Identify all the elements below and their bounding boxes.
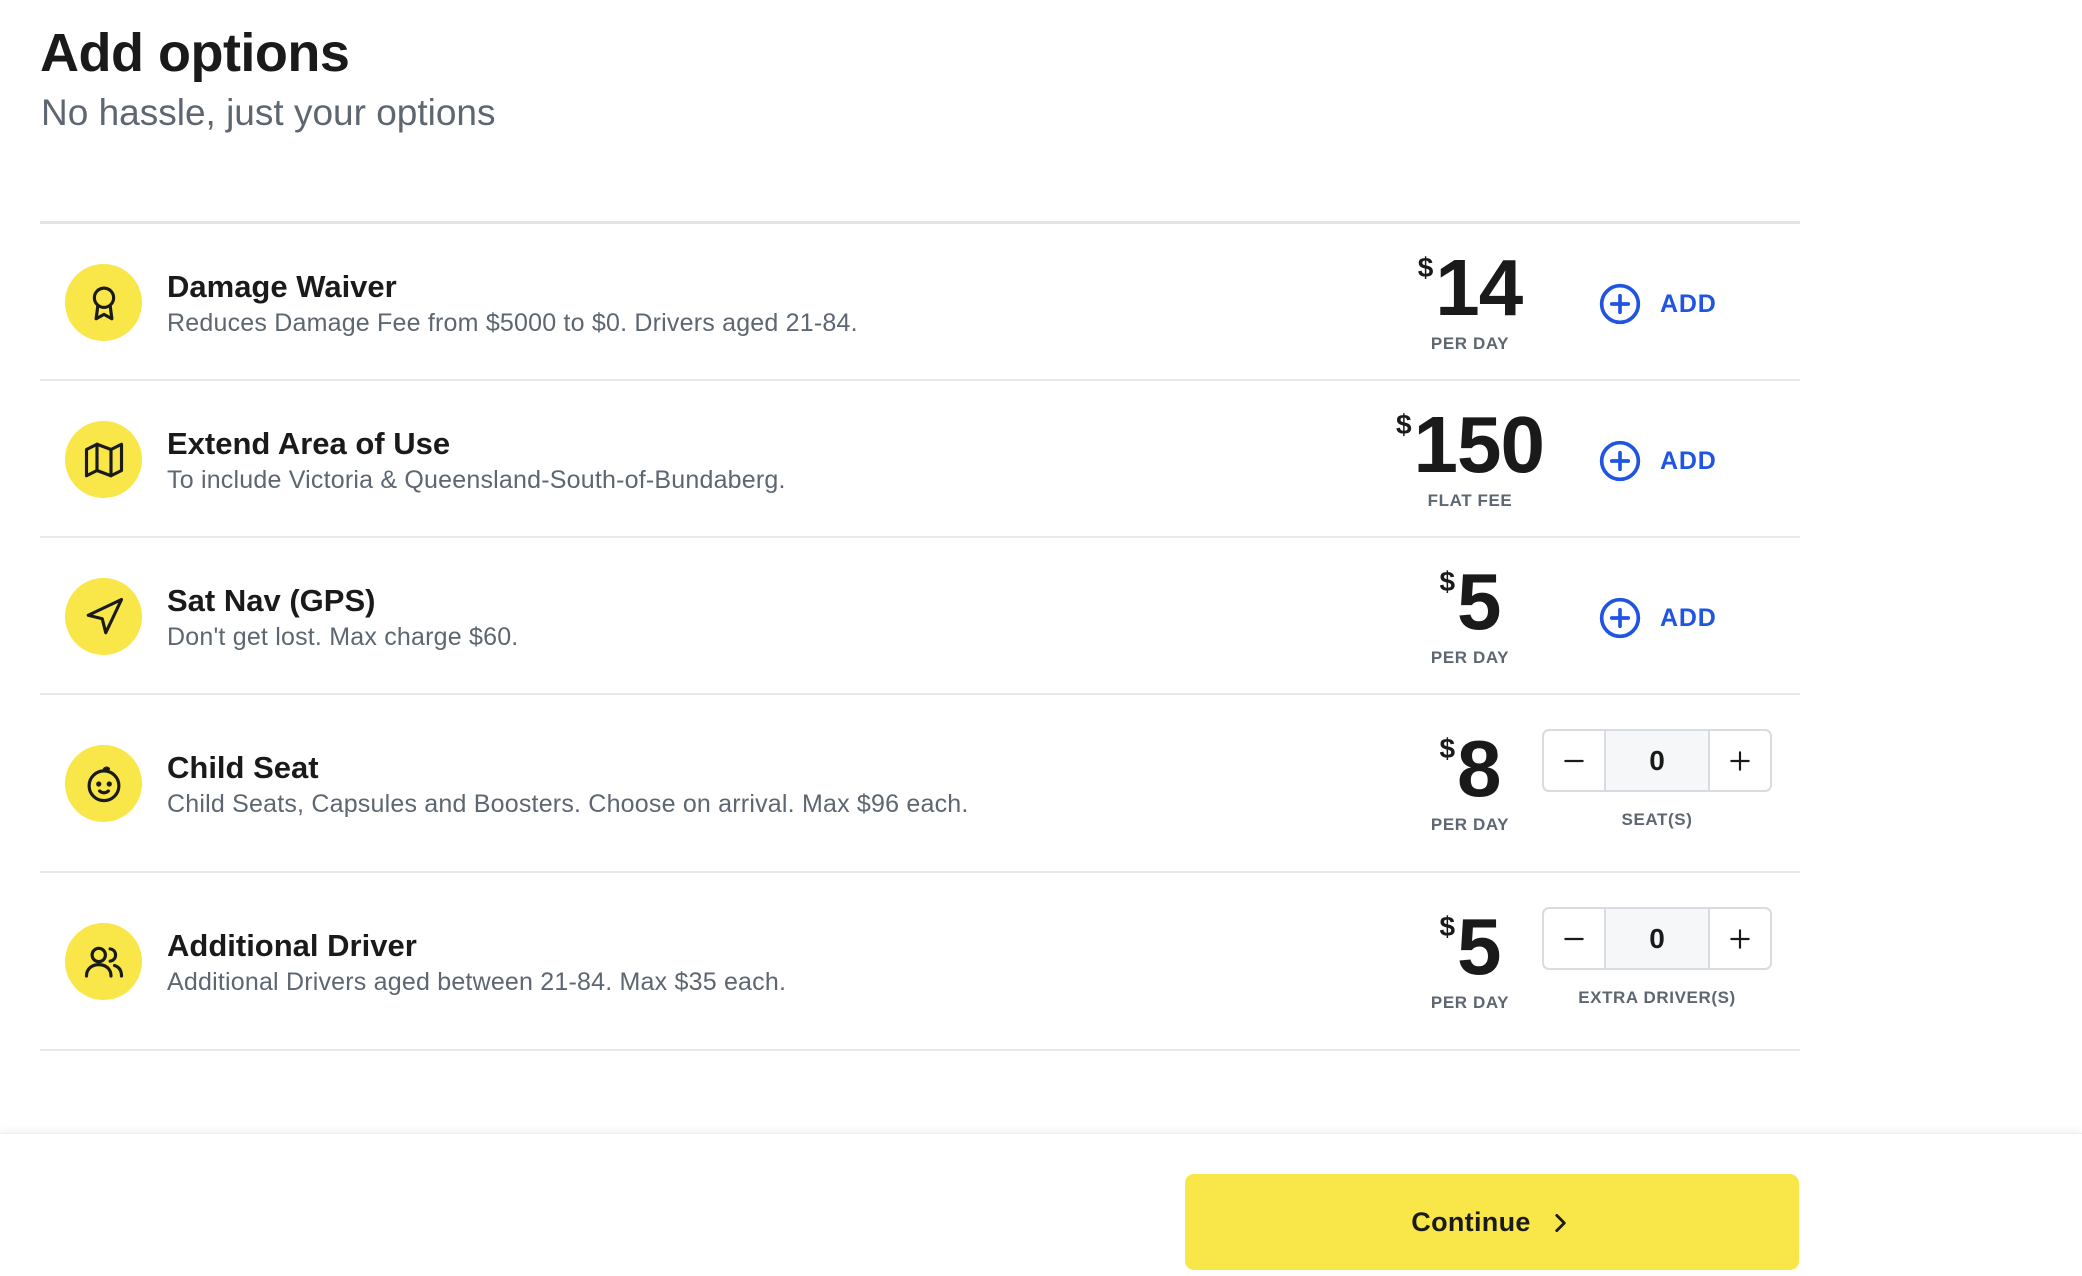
navigation-arrow-icon — [65, 578, 142, 655]
page-title: Add options — [40, 23, 350, 83]
option-price: $ 150 FLAT FEE — [1327, 403, 1613, 511]
add-label: ADD — [1660, 603, 1717, 632]
add-label: ADD — [1660, 446, 1717, 475]
decrement-button[interactable] — [1544, 731, 1606, 790]
option-child-seat: Child Seat Child Seats, Capsules and Boo… — [40, 695, 1800, 873]
add-label: ADD — [1660, 289, 1717, 318]
users-icon — [65, 923, 142, 1000]
option-price: $ 14 PER DAY — [1327, 246, 1613, 354]
price-amount: 150 — [1413, 400, 1545, 489]
option-text: Damage Waiver Reduces Damage Fee from $5… — [167, 268, 858, 339]
price-unit: FLAT FEE — [1427, 491, 1513, 510]
option-text: Extend Area of Use To include Victoria &… — [167, 425, 786, 496]
quantity-stepper: 0 — [1542, 907, 1772, 970]
option-name: Additional Driver — [167, 928, 417, 963]
price-unit: PER DAY — [1430, 648, 1510, 667]
option-name: Damage Waiver — [167, 269, 397, 304]
price-currency: $ — [1439, 566, 1456, 597]
plus-circle-icon — [1599, 283, 1641, 325]
increment-button[interactable] — [1708, 909, 1770, 968]
price-unit: PER DAY — [1430, 334, 1510, 353]
plus-circle-icon — [1599, 597, 1641, 639]
map-icon — [65, 421, 142, 498]
continue-label: Continue — [1411, 1206, 1531, 1237]
option-text: Additional Driver Additional Drivers age… — [167, 927, 786, 998]
price-currency: $ — [1395, 409, 1412, 440]
option-description: Don't get lost. Max charge $60. — [167, 623, 519, 651]
plus-circle-icon — [1599, 440, 1641, 482]
add-sat-nav-button[interactable]: ADD — [1598, 596, 1717, 640]
option-extend-area: Extend Area of Use To include Victoria &… — [40, 381, 1800, 538]
option-name: Child Seat — [167, 750, 319, 785]
quantity-label: EXTRA DRIVER(S) — [1578, 988, 1736, 1007]
quantity-label: SEAT(S) — [1621, 810, 1693, 829]
option-text: Sat Nav (GPS) Don't get lost. Max charge… — [167, 582, 518, 653]
decrement-button[interactable] — [1544, 909, 1606, 968]
option-name: Sat Nav (GPS) — [167, 583, 376, 618]
baby-face-icon — [65, 745, 142, 822]
quantity-stepper: 0 — [1542, 729, 1772, 792]
option-description: Child Seats, Capsules and Boosters. Choo… — [167, 790, 969, 818]
option-description: Additional Drivers aged between 21-84. M… — [167, 968, 787, 996]
add-damage-waiver-button[interactable]: ADD — [1598, 282, 1717, 326]
option-text: Child Seat Child Seats, Capsules and Boo… — [167, 749, 969, 820]
increment-button[interactable] — [1708, 731, 1770, 790]
minus-icon — [1564, 937, 1584, 940]
price-currency: $ — [1439, 733, 1456, 764]
chevron-right-icon — [1555, 1214, 1566, 1232]
quantity-value[interactable]: 0 — [1606, 731, 1708, 790]
options-list: Damage Waiver Reduces Damage Fee from $5… — [40, 221, 1800, 1051]
plus-icon — [1730, 750, 1750, 771]
option-additional-driver: Additional Driver Additional Drivers age… — [40, 873, 1800, 1051]
price-currency: $ — [1439, 911, 1456, 942]
option-price: $ 5 PER DAY — [1327, 560, 1613, 668]
award-ribbon-icon — [65, 264, 142, 341]
child-seat-quantity: 0 SEAT(S) — [1542, 729, 1772, 830]
option-damage-waiver: Damage Waiver Reduces Damage Fee from $5… — [40, 224, 1800, 381]
price-amount: 5 — [1457, 557, 1501, 646]
quantity-value[interactable]: 0 — [1606, 909, 1708, 968]
option-description: To include Victoria & Queensland-South-o… — [167, 466, 786, 494]
option-description: Reduces Damage Fee from $5000 to $0. Dri… — [167, 309, 858, 337]
option-sat-nav: Sat Nav (GPS) Don't get lost. Max charge… — [40, 538, 1800, 695]
price-amount: 5 — [1457, 902, 1501, 991]
page-subtitle: No hassle, just your options — [41, 92, 496, 133]
additional-driver-quantity: 0 EXTRA DRIVER(S) — [1542, 907, 1772, 1008]
option-name: Extend Area of Use — [167, 426, 451, 461]
plus-icon — [1730, 928, 1750, 949]
minus-icon — [1564, 759, 1584, 762]
price-currency: $ — [1417, 252, 1434, 283]
add-extend-area-button[interactable]: ADD — [1598, 439, 1717, 483]
footer-bar: Continue — [0, 1133, 2082, 1276]
price-amount: 14 — [1435, 243, 1523, 332]
price-amount: 8 — [1457, 724, 1501, 813]
continue-button[interactable]: Continue — [1185, 1174, 1799, 1270]
